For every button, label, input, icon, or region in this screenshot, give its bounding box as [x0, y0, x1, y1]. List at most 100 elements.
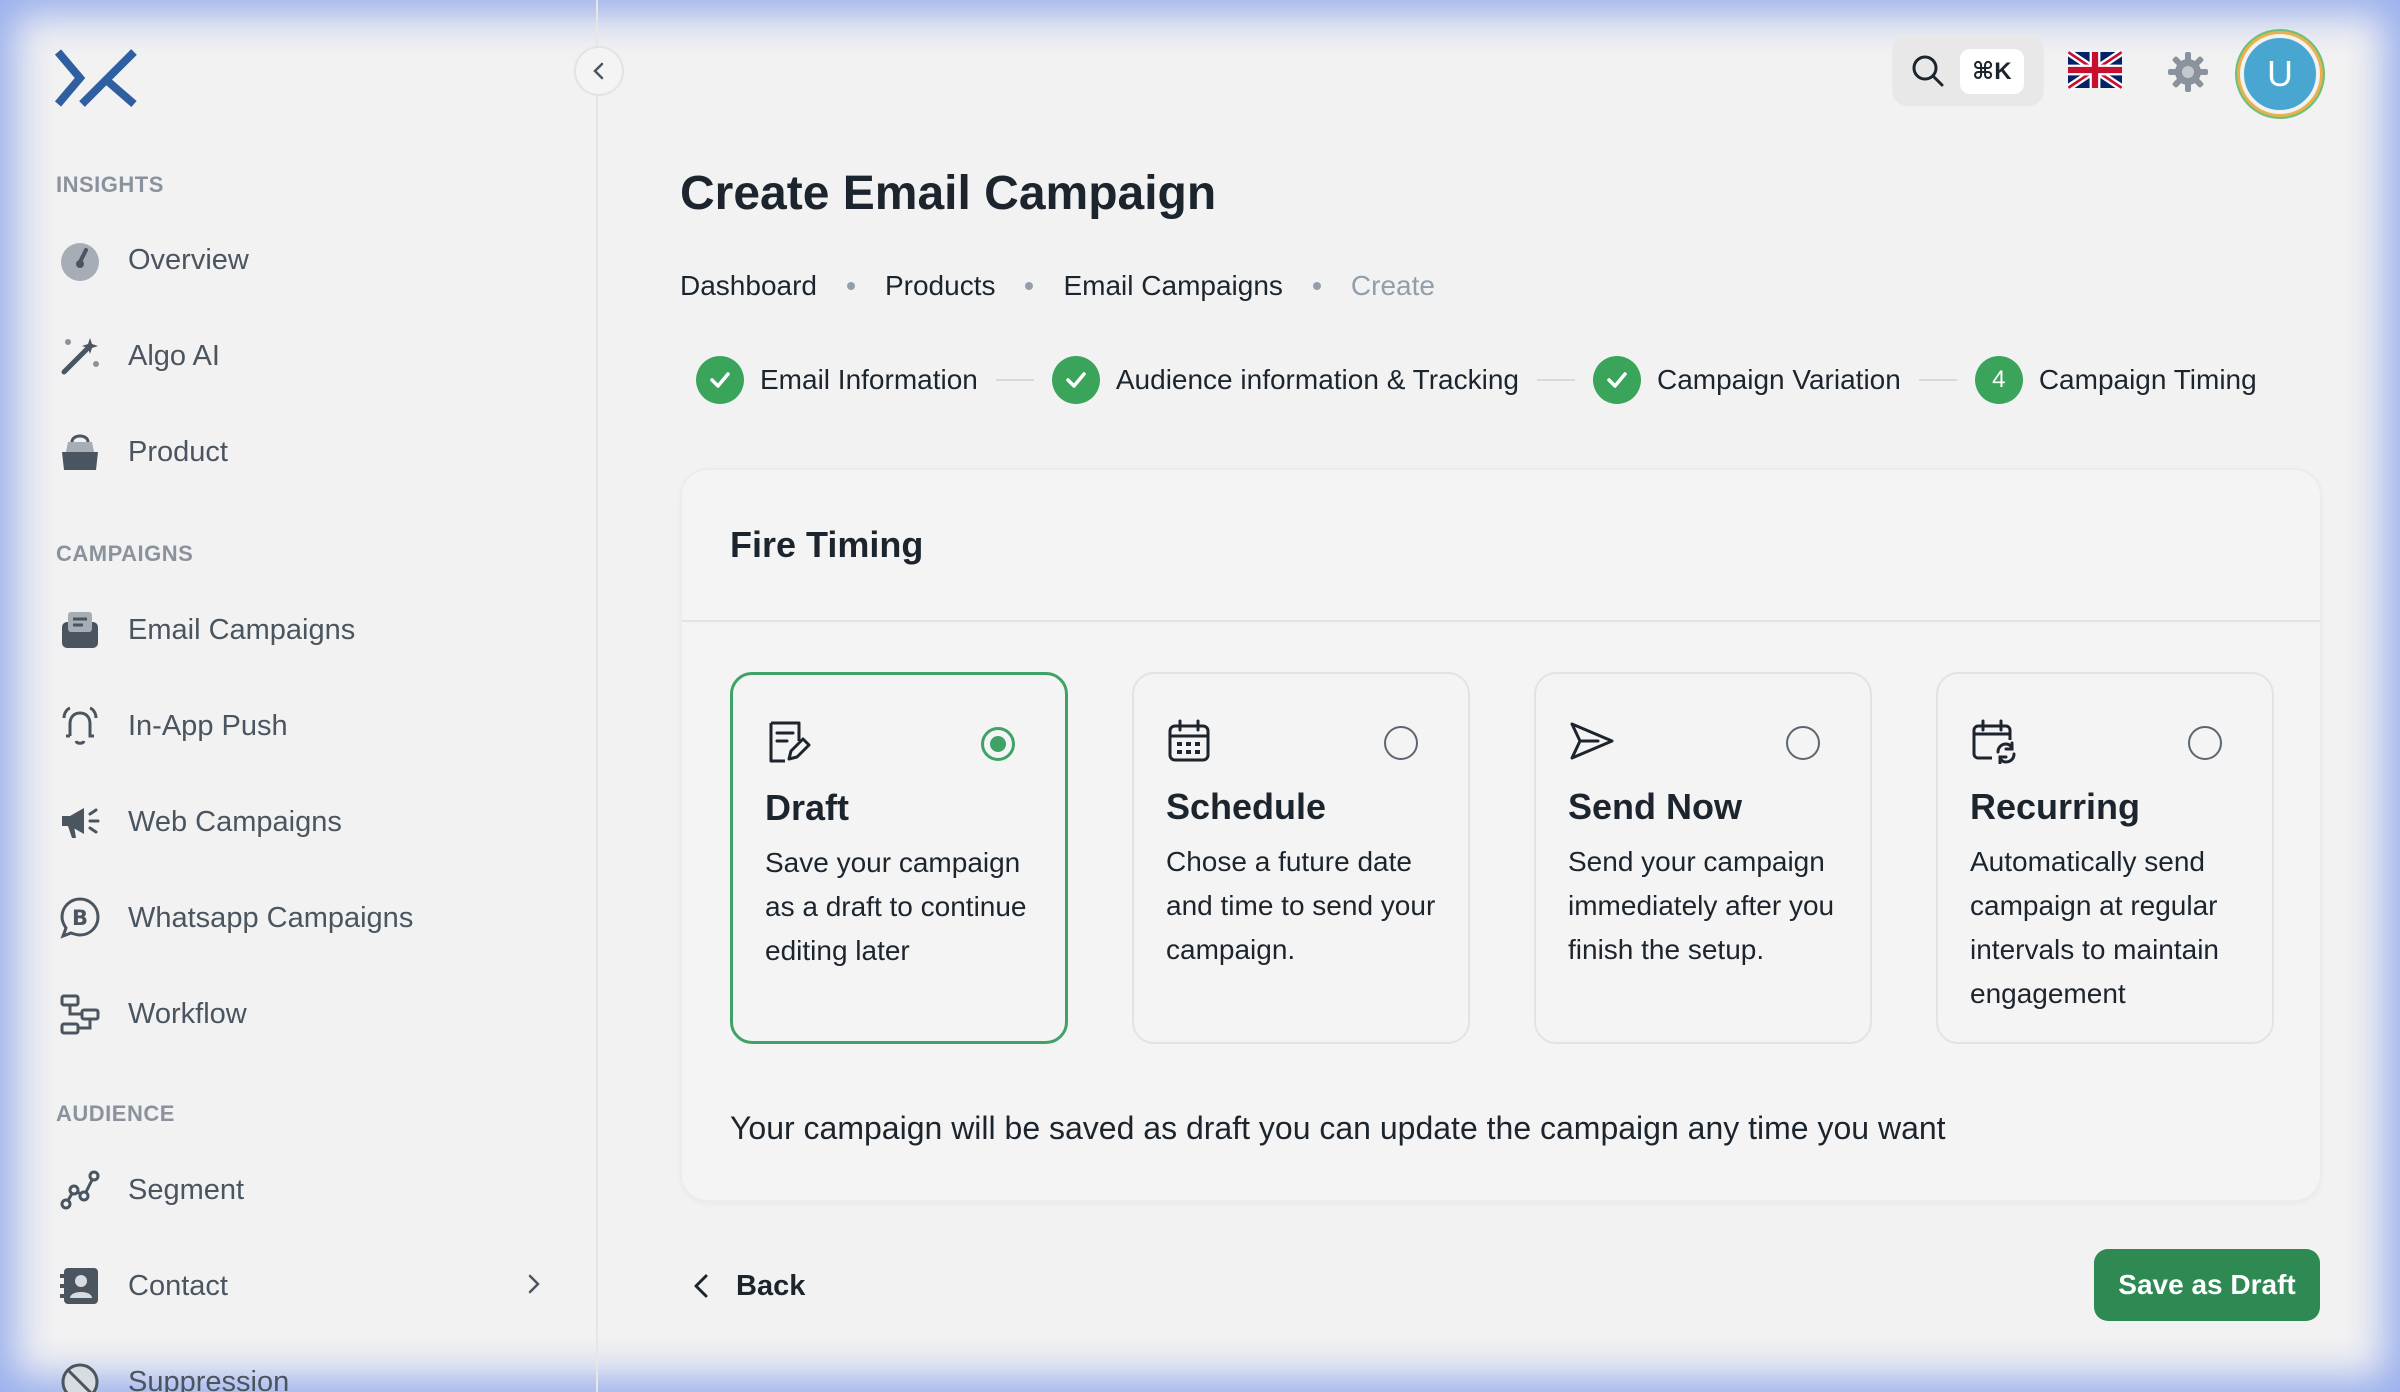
calendar-icon	[1168, 719, 1210, 762]
page-title: Create Email Campaign	[680, 167, 1217, 220]
sidebar-item-segment[interactable]: Segment	[56, 1160, 546, 1220]
sidebar-item-label: Email Campaigns	[128, 613, 356, 646]
sidebar-item-label: Product	[128, 435, 228, 468]
option-schedule[interactable]: Schedule Chose a future date and time to…	[1132, 672, 1470, 1044]
step-audience-information[interactable]: Audience information & Tracking	[1051, 356, 1519, 404]
chevron-left-icon	[694, 1274, 708, 1298]
gear-icon[interactable]	[2166, 50, 2210, 94]
radio-unselected[interactable]	[1384, 726, 1418, 760]
avatar[interactable]: U	[2240, 34, 2320, 114]
send-icon	[1570, 722, 1614, 760]
option-title: Recurring	[1970, 786, 2141, 827]
workflow-icon	[56, 990, 104, 1038]
step-number: 4	[1974, 356, 2023, 404]
option-description: Send your campaign immediately after you…	[1568, 846, 1835, 965]
section-label-audience: AUDIENCE	[56, 1101, 175, 1126]
sidebar-item-in-app-push[interactable]: In-App Push	[56, 696, 546, 756]
app-window: INSIGHTS Overview Algo AI Product CAMPAI…	[0, 0, 2400, 1392]
check-icon	[1051, 356, 1100, 404]
bell-ringing-icon	[56, 702, 104, 750]
search-button[interactable]: ⌘K	[1892, 36, 2044, 106]
whatsapp-business-icon: B	[56, 894, 104, 942]
step-label: Campaign Timing	[2038, 364, 2257, 395]
sidebar-item-algo-ai[interactable]: Algo AI	[56, 326, 546, 386]
breadcrumb-item[interactable]: Dashboard	[680, 270, 817, 302]
sidebar-item-label: Contact	[128, 1269, 228, 1302]
step-campaign-variation[interactable]: Campaign Variation	[1592, 356, 1901, 404]
chevron-right-icon[interactable]	[522, 1272, 546, 1301]
breadcrumb-item[interactable]: Products	[885, 270, 996, 302]
step-label: Audience information & Tracking	[1115, 364, 1519, 395]
sidebar-item-label: Workflow	[128, 997, 247, 1030]
breadcrumb-separator	[846, 282, 855, 290]
breadcrumb-item[interactable]: Email Campaigns	[1063, 270, 1282, 302]
svg-text:B: B	[72, 906, 88, 930]
section-label-insights: INSIGHTS	[56, 172, 164, 197]
option-title: Draft	[765, 787, 850, 828]
breadcrumb-current: Create	[1350, 270, 1435, 301]
sidebar-item-label: Suppression	[128, 1365, 290, 1392]
contact-card-icon	[56, 1262, 104, 1310]
sidebar-item-product[interactable]: Product	[56, 422, 546, 482]
radio-unselected[interactable]	[1786, 726, 1820, 760]
check-icon	[1592, 356, 1641, 404]
option-description: Chose a future date and time to send you…	[1166, 846, 1436, 965]
sidebar-item-whatsapp-campaigns[interactable]: B Whatsapp Campaigns	[56, 888, 546, 948]
draft-note-icon	[769, 721, 811, 763]
option-title: Send Now	[1568, 786, 1743, 827]
back-label: Back	[736, 1269, 806, 1302]
divider	[682, 620, 2320, 622]
step-label: Email Information	[760, 364, 978, 395]
sidebar-item-suppression[interactable]: Suppression	[56, 1352, 546, 1392]
option-description: Save your campaign as a draft to continu…	[765, 847, 1027, 966]
brand-logo[interactable]	[54, 48, 138, 108]
calendar-repeat-icon	[1972, 719, 2016, 764]
sidebar-item-label: Overview	[128, 243, 249, 276]
radio-unselected[interactable]	[2188, 726, 2222, 760]
shortcut-hint: ⌘K	[1960, 48, 2024, 94]
shopping-bag-icon	[56, 428, 104, 476]
option-title: Schedule	[1166, 786, 1327, 827]
step-campaign-timing[interactable]: 4 Campaign Timing	[1974, 356, 2257, 404]
card-title: Fire Timing	[730, 524, 924, 565]
search-icon	[1912, 55, 1944, 87]
sidebar-item-label: In-App Push	[128, 709, 288, 742]
breadcrumb-separator	[1025, 282, 1034, 290]
save-as-draft-button[interactable]: Save as Draft	[2094, 1249, 2320, 1321]
option-recurring[interactable]: Recurring Automatically send campaign at…	[1936, 672, 2274, 1044]
uk-flag-icon[interactable]	[2068, 50, 2122, 90]
collapse-sidebar-button[interactable]	[574, 46, 624, 96]
sidebar-item-label: Whatsapp Campaigns	[128, 901, 414, 934]
step-connector	[1536, 379, 1575, 381]
fire-timing-card: Fire Timing Draft Save your campaign as …	[680, 468, 2322, 1202]
option-draft[interactable]: Draft Save your campaign as a draft to c…	[730, 672, 1068, 1044]
sidebar-item-label: Algo AI	[128, 339, 220, 372]
megaphone-icon	[56, 798, 104, 846]
sidebar-item-contact[interactable]: Contact	[56, 1256, 546, 1316]
step-email-information[interactable]: Email Information	[696, 356, 978, 404]
block-icon	[56, 1358, 104, 1392]
sidebar-item-web-campaigns[interactable]: Web Campaigns	[56, 792, 546, 852]
gauge-icon	[56, 236, 104, 284]
option-send-now[interactable]: Send Now Send your campaign immediately …	[1534, 672, 1872, 1044]
step-label: Campaign Variation	[1656, 364, 1901, 395]
step-connector	[995, 379, 1034, 381]
sidebar-item-workflow[interactable]: Workflow	[56, 984, 546, 1044]
check-icon	[696, 356, 744, 404]
option-description: Automatically send campaign at regular i…	[1970, 846, 2220, 1009]
radio-selected[interactable]	[981, 727, 1015, 761]
step-connector	[1918, 379, 1957, 381]
magic-wand-icon	[56, 332, 104, 380]
sidebar-item-label: Segment	[128, 1173, 245, 1206]
campaign-stepper: Email Information Audience information &…	[696, 354, 2257, 406]
sidebar-item-overview[interactable]: Overview	[56, 230, 546, 290]
breadcrumb: Dashboard Products Email Campaigns Creat…	[680, 270, 1435, 302]
section-label-campaigns: CAMPAIGNS	[56, 541, 194, 566]
inbox-icon	[56, 606, 104, 654]
chevron-left-icon	[593, 62, 604, 80]
segment-icon	[56, 1166, 104, 1214]
breadcrumb-separator	[1312, 282, 1321, 290]
sidebar: INSIGHTS Overview Algo AI Product CAMPAI…	[0, 0, 598, 1392]
back-button[interactable]: Back	[690, 1262, 805, 1310]
sidebar-item-email-campaigns[interactable]: Email Campaigns	[56, 600, 546, 660]
